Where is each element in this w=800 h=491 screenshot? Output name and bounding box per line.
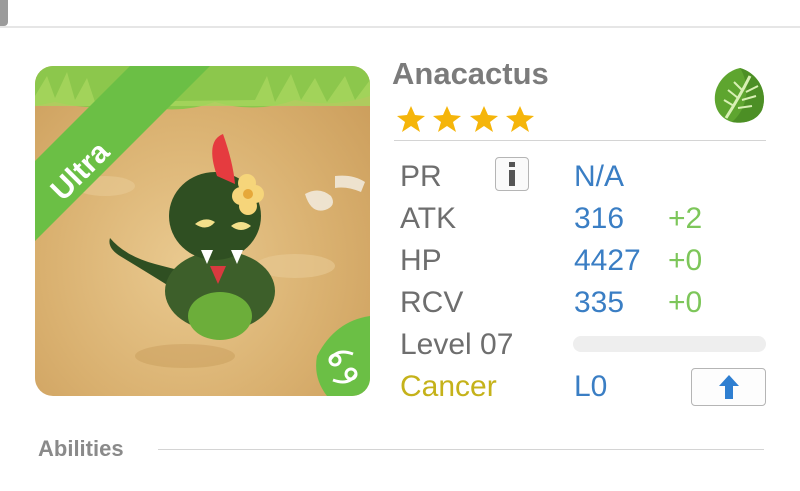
rarity-stars [396, 104, 537, 134]
info-icon [509, 162, 515, 186]
top-bar [0, 0, 800, 28]
atk-plus: +2 [668, 202, 703, 235]
skill-level-value: L0 [574, 370, 608, 403]
abilities-divider [158, 449, 764, 450]
sign-label: Cancer [400, 370, 497, 403]
header-divider [394, 140, 766, 141]
level-progress-bar [573, 336, 766, 352]
leaf-icon [712, 66, 768, 131]
star-icon [397, 106, 425, 132]
back-tab[interactable] [0, 0, 8, 26]
upgrade-button[interactable] [691, 368, 766, 406]
hp-value: 4427 [574, 244, 641, 277]
star-icon [506, 106, 535, 132]
level-label: Level 07 [400, 328, 514, 361]
arrow-up-icon [718, 375, 739, 399]
hp-plus: +0 [668, 244, 703, 277]
monster-name: Anacactus [392, 56, 549, 91]
pr-value: N/A [574, 160, 625, 193]
pr-info-button[interactable] [495, 157, 529, 191]
star-icon [433, 106, 462, 132]
monster-card-art: Ultra [35, 66, 370, 396]
rcv-label: RCV [400, 286, 464, 319]
abilities-heading: Abilities [38, 436, 124, 461]
atk-value: 316 [574, 202, 625, 235]
atk-label: ATK [400, 202, 457, 235]
star-icon [469, 106, 498, 132]
rcv-plus: +0 [668, 286, 703, 319]
pr-label: PR [400, 160, 442, 193]
rcv-value: 335 [574, 286, 625, 319]
hp-label: HP [400, 244, 442, 277]
